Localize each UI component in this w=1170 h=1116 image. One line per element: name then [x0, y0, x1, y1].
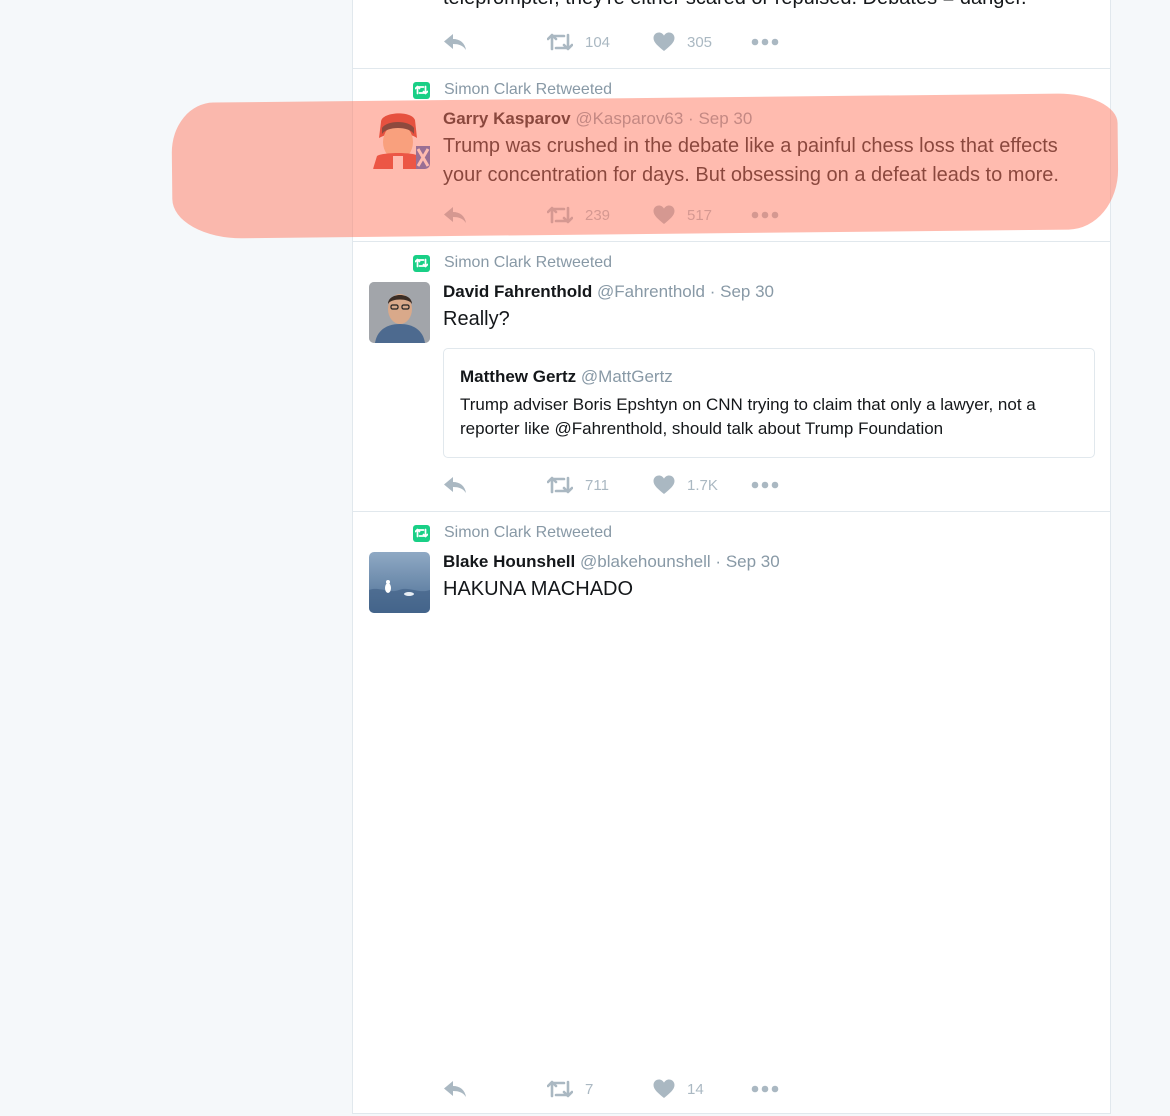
retweet-icon	[547, 206, 573, 224]
reply-button[interactable]	[443, 476, 547, 494]
retweet-count: 239	[585, 206, 611, 224]
tweet-item[interactable]: Simon Clark Retweeted Garry Kasparov @Ka…	[353, 68, 1110, 242]
retweet-context: Simon Clark Retweeted	[413, 81, 612, 99]
timestamp[interactable]: Sep 30	[720, 282, 774, 301]
like-button[interactable]: 305	[653, 32, 751, 52]
author-name[interactable]: Garry Kasparov	[443, 109, 571, 128]
quoted-author-name: Matthew Gertz	[460, 367, 577, 386]
retweet-icon	[547, 1080, 573, 1098]
retweet-context: Simon Clark Retweeted	[413, 254, 612, 272]
separator: ·	[688, 109, 694, 128]
retweet-button[interactable]: 711	[547, 476, 653, 494]
reply-icon	[444, 1081, 466, 1097]
tweet-text: teleprompter, they're either scared or r…	[443, 0, 1092, 13]
tweet-actions: 239 517	[443, 203, 779, 227]
avatar[interactable]	[369, 108, 430, 169]
avatar[interactable]	[369, 552, 430, 613]
tweet-actions: 104 305	[443, 30, 779, 54]
reply-icon	[444, 207, 466, 223]
more-icon	[751, 1085, 779, 1093]
heart-icon	[653, 1079, 675, 1098]
tweet-text: Trump was crushed in the debate like a p…	[443, 135, 1059, 186]
quoted-tweet[interactable]: Matthew Gertz @MattGertz Trump adviser B…	[443, 348, 1095, 458]
heart-icon	[653, 475, 675, 494]
tweet-item[interactable]: Simon Clark Retweeted David Fahrenthold …	[353, 241, 1110, 512]
retweet-context: Simon Clark Retweeted	[413, 524, 612, 542]
retweet-context-text: Simon Clark Retweeted	[444, 81, 613, 98]
quoted-author-handle: @MattGertz	[580, 367, 673, 386]
reply-icon	[444, 34, 466, 50]
retweet-button[interactable]: 239	[547, 206, 653, 224]
tweet-actions: 711 1.7K	[443, 473, 779, 497]
timestamp[interactable]: Sep 30	[726, 552, 780, 571]
more-button[interactable]	[751, 481, 779, 489]
author-handle[interactable]: @Kasparov63	[575, 109, 683, 128]
like-button[interactable]: 1.7K	[653, 475, 751, 495]
reply-button[interactable]	[443, 206, 547, 224]
tweet-header: Blake Hounshell @blakehounshell · Sep 30	[443, 552, 780, 572]
tweet-header: David Fahrenthold @Fahrenthold · Sep 30	[443, 282, 774, 302]
retweet-context-text: Simon Clark Retweeted	[444, 254, 613, 271]
retweet-badge-icon	[413, 254, 430, 272]
retweet-icon	[547, 33, 573, 51]
timestamp[interactable]: Sep 30	[698, 109, 752, 128]
tweet-item[interactable]: teleprompter, they're either scared or r…	[353, 0, 1110, 69]
retweet-context-text: Simon Clark Retweeted	[444, 524, 613, 541]
like-count: 14	[687, 1080, 704, 1098]
retweet-button[interactable]: 104	[547, 33, 653, 51]
avatar[interactable]	[369, 282, 430, 343]
author-name[interactable]: Blake Hounshell	[443, 552, 575, 571]
like-button[interactable]: 517	[653, 205, 751, 225]
retweet-icon	[547, 476, 573, 494]
more-icon	[751, 211, 779, 219]
tweet-actions: 7 14	[443, 1077, 779, 1101]
quoted-tweet-header: Matthew Gertz @MattGertz	[460, 367, 673, 387]
retweet-badge-icon	[413, 524, 430, 542]
retweet-count: 104	[585, 33, 611, 51]
reply-button[interactable]	[443, 33, 547, 51]
reply-button[interactable]	[443, 1080, 547, 1098]
separator: ·	[709, 282, 716, 301]
quoted-tweet-text: Trump adviser Boris Epshtyn on CNN tryin…	[460, 395, 1036, 438]
reply-icon	[444, 477, 466, 493]
tweet-item[interactable]: Simon Clark Retweeted Blake Hounshell @b…	[353, 511, 1110, 1114]
more-button[interactable]	[751, 1085, 779, 1093]
more-button[interactable]	[751, 38, 779, 46]
like-count: 305	[687, 33, 713, 51]
more-icon	[751, 481, 779, 489]
tweet-text: Really?	[443, 308, 510, 330]
tweet-text: HAKUNA MACHADO	[443, 578, 634, 600]
timeline-stream: teleprompter, they're either scared or r…	[352, 0, 1111, 1114]
retweet-button[interactable]: 7	[547, 1080, 653, 1098]
author-handle[interactable]: @blakehounshell	[580, 552, 711, 571]
heart-icon	[653, 205, 675, 224]
more-button[interactable]	[751, 211, 779, 219]
author-name[interactable]: David Fahrenthold	[443, 282, 592, 301]
more-icon	[751, 38, 779, 46]
tweet-header: Garry Kasparov @Kasparov63 · Sep 30	[443, 109, 752, 129]
author-handle[interactable]: @Fahrenthold	[597, 282, 705, 301]
heart-icon	[653, 32, 675, 51]
like-count: 1.7K	[687, 476, 718, 494]
retweet-badge-icon	[413, 81, 430, 99]
separator: ·	[715, 552, 722, 571]
retweet-count: 711	[585, 476, 609, 494]
like-button[interactable]: 14	[653, 1079, 751, 1099]
like-count: 517	[687, 206, 713, 224]
retweet-count: 7	[585, 1080, 594, 1098]
